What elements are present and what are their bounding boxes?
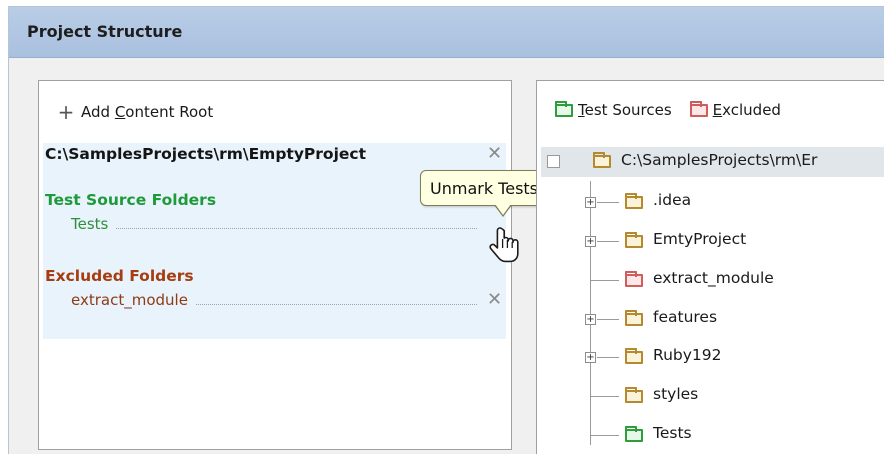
tree-item-label: .idea (653, 191, 692, 209)
test-source-name: Tests (71, 215, 109, 233)
tree-item-label: EmtyProject (653, 230, 747, 248)
tree-item-label: features (653, 308, 718, 326)
tree-item-label: Tests (653, 424, 692, 442)
tree-item-ruby192[interactable]: + Ruby192 (537, 344, 877, 368)
tree-item-label: Ruby192 (653, 346, 722, 364)
test-sources-toggle[interactable]: Test Sources (555, 100, 672, 119)
tree-item-styles[interactable]: styles (537, 383, 877, 407)
folder-icon (625, 232, 643, 248)
unmark-excluded-icon[interactable]: ✕ (487, 291, 502, 309)
tree-connector (597, 357, 619, 358)
excluded-folder-name: extract_module (71, 291, 188, 309)
hand-cursor-icon (489, 227, 519, 263)
test-sources-label: Test Sources (578, 101, 672, 119)
test-folder-icon (555, 100, 573, 117)
test-source-entry: Tests (71, 215, 481, 233)
folder-tree-panel: Test Sources Excluded C:\SamplesProjects… (536, 80, 884, 454)
expand-toggle[interactable]: + (585, 236, 596, 247)
tooltip-pointer (494, 204, 512, 217)
tree-item-label: styles (653, 385, 699, 403)
tree-connector (597, 319, 619, 320)
collapse-toggle[interactable] (547, 155, 560, 168)
folder-icon (625, 193, 643, 209)
dotted-leader (116, 228, 477, 229)
tree-item-idea[interactable]: + .idea (537, 189, 877, 213)
folder-icon (625, 348, 643, 364)
expand-toggle[interactable]: + (585, 314, 596, 325)
excluded-entry: extract_module (71, 291, 481, 309)
tree-item-emtyproject[interactable]: + EmtyProject (537, 228, 877, 252)
remove-content-root-icon[interactable]: ✕ (487, 145, 502, 163)
tree-item-extract-module[interactable]: extract_module (537, 267, 877, 291)
add-content-root-label: Add Content Root (81, 103, 214, 121)
excluded-label: Excluded (712, 101, 781, 119)
folder-icon (593, 152, 611, 168)
tree-root-row[interactable]: C:\SamplesProjects\rm\Er (541, 147, 884, 177)
tree-item-features[interactable]: + features (537, 306, 877, 330)
title-bar: Project Structure (9, 7, 884, 58)
tree-connector (590, 280, 619, 281)
tree-connector (597, 241, 619, 242)
folder-icon (625, 387, 643, 403)
window-title: Project Structure (27, 22, 183, 41)
add-content-root-button[interactable]: + Add Content Root (57, 100, 214, 124)
tree-item-label: extract_module (653, 269, 774, 287)
plus-icon: + (57, 100, 75, 124)
expand-toggle[interactable]: + (585, 352, 596, 363)
tree-connector (590, 435, 619, 436)
folder-legend: Test Sources Excluded (555, 100, 793, 119)
excluded-folders-heading: Excluded Folders (45, 267, 194, 285)
content-root-path: C:\SamplesProjects\rm\EmptyProject (45, 145, 366, 163)
test-folder-icon (625, 426, 643, 442)
dotted-leader (195, 304, 477, 305)
test-source-folders-heading: Test Source Folders (45, 191, 217, 209)
tree-root-label: C:\SamplesProjects\rm\Er (621, 151, 818, 169)
excluded-toggle[interactable]: Excluded (689, 100, 781, 119)
unmark-tests-tooltip: Unmark Tests (420, 170, 549, 206)
tree-item-tests[interactable]: Tests (537, 422, 877, 446)
excluded-folder-icon (689, 100, 708, 117)
content-roots-panel: + Add Content Root C:\SamplesProjects\rm… (38, 80, 512, 450)
excluded-folder-icon (625, 271, 643, 287)
tree-connector (590, 396, 619, 397)
folder-icon (625, 310, 643, 326)
expand-toggle[interactable]: + (585, 197, 596, 208)
tree-connector (597, 202, 619, 203)
